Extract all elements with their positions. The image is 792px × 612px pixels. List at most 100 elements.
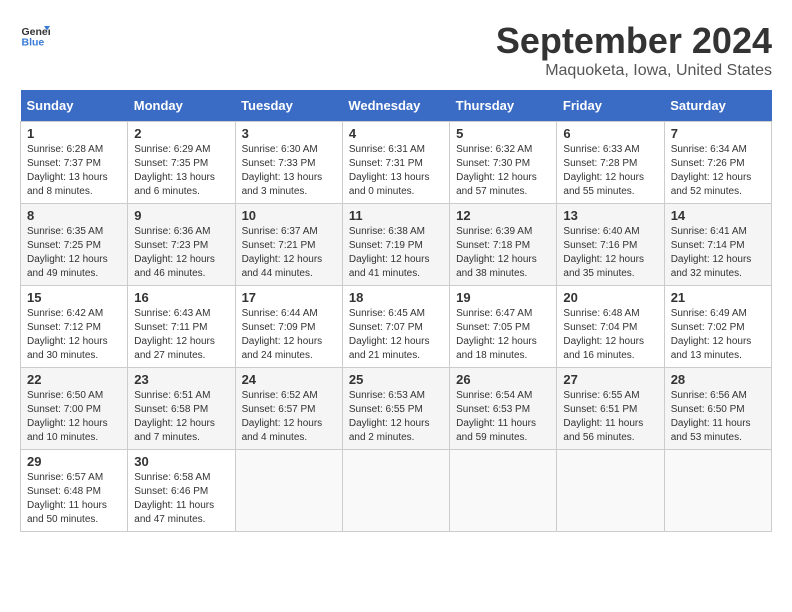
calendar-cell: 12Sunrise: 6:39 AMSunset: 7:18 PMDayligh… bbox=[450, 204, 557, 286]
day-number: 4 bbox=[349, 126, 443, 141]
day-number: 22 bbox=[27, 372, 121, 387]
calendar-cell: 27Sunrise: 6:55 AMSunset: 6:51 PMDayligh… bbox=[557, 368, 664, 450]
day-detail: Sunrise: 6:47 AMSunset: 7:05 PMDaylight:… bbox=[456, 307, 550, 363]
header-tuesday: Tuesday bbox=[235, 90, 342, 122]
day-detail: Sunrise: 6:32 AMSunset: 7:30 PMDaylight:… bbox=[456, 143, 550, 199]
day-number: 16 bbox=[134, 290, 228, 305]
day-number: 13 bbox=[563, 208, 657, 223]
day-detail: Sunrise: 6:43 AMSunset: 7:11 PMDaylight:… bbox=[134, 307, 228, 363]
day-number: 14 bbox=[671, 208, 765, 223]
day-detail: Sunrise: 6:41 AMSunset: 7:14 PMDaylight:… bbox=[671, 225, 765, 281]
header-friday: Friday bbox=[557, 90, 664, 122]
calendar-cell: 25 Sunrise: 6:53 AMSunset: 6:55 PMDayligh… bbox=[342, 368, 449, 450]
day-number: 2 bbox=[134, 126, 228, 141]
calendar-cell: 17 Sunrise: 6:44 AMSunset: 7:09 PMDayligh… bbox=[235, 286, 342, 368]
header-monday: Monday bbox=[128, 90, 235, 122]
day-detail: Sunrise: 6:48 AMSunset: 7:04 PMDaylight:… bbox=[563, 307, 657, 363]
calendar-cell: 18 Sunrise: 6:45 AMSunset: 7:07 PMDayligh… bbox=[342, 286, 449, 368]
calendar-cell: 3 Sunrise: 6:30 AMSunset: 7:33 PMDaylight… bbox=[235, 122, 342, 204]
week-row: 29Sunrise: 6:57 AMSunset: 6:48 PMDayligh… bbox=[21, 450, 772, 532]
day-detail: Sunrise: 6:58 AMSunset: 6:46 PMDaylight:… bbox=[134, 471, 228, 527]
header-wednesday: Wednesday bbox=[342, 90, 449, 122]
day-number: 15 bbox=[27, 290, 121, 305]
calendar-cell: 29Sunrise: 6:57 AMSunset: 6:48 PMDayligh… bbox=[21, 450, 128, 532]
calendar-cell: 26Sunrise: 6:54 AMSunset: 6:53 PMDayligh… bbox=[450, 368, 557, 450]
calendar-cell: 5 Sunrise: 6:32 AMSunset: 7:30 PMDaylight… bbox=[450, 122, 557, 204]
day-detail: Sunrise: 6:49 AMSunset: 7:02 PMDaylight:… bbox=[671, 307, 765, 363]
day-number: 7 bbox=[671, 126, 765, 141]
day-detail: Sunrise: 6:44 AMSunset: 7:09 PMDaylight:… bbox=[242, 307, 336, 363]
day-number: 30 bbox=[134, 454, 228, 469]
day-detail: Sunrise: 6:37 AMSunset: 7:21 PMDaylight:… bbox=[242, 225, 336, 281]
day-detail: Sunrise: 6:57 AMSunset: 6:48 PMDaylight:… bbox=[27, 471, 121, 527]
calendar-cell: 1Sunrise: 6:28 AMSunset: 7:37 PMDaylight… bbox=[21, 122, 128, 204]
day-number: 12 bbox=[456, 208, 550, 223]
header-thursday: Thursday bbox=[450, 90, 557, 122]
calendar-cell: 11 Sunrise: 6:38 AMSunset: 7:19 PMDayligh… bbox=[342, 204, 449, 286]
week-row: 1Sunrise: 6:28 AMSunset: 7:37 PMDaylight… bbox=[21, 122, 772, 204]
location-title: Maquoketa, Iowa, United States bbox=[496, 62, 772, 80]
calendar-cell: 9Sunrise: 6:36 AMSunset: 7:23 PMDaylight… bbox=[128, 204, 235, 286]
day-detail: Sunrise: 6:50 AMSunset: 7:00 PMDaylight:… bbox=[27, 389, 121, 445]
calendar-cell bbox=[664, 450, 771, 532]
day-number: 25 bbox=[349, 372, 443, 387]
calendar-cell: 10 Sunrise: 6:37 AMSunset: 7:21 PMDayligh… bbox=[235, 204, 342, 286]
day-detail: Sunrise: 6:31 AMSunset: 7:31 PMDaylight:… bbox=[349, 143, 443, 199]
day-number: 20 bbox=[563, 290, 657, 305]
day-detail: Sunrise: 6:54 AMSunset: 6:53 PMDaylight:… bbox=[456, 389, 550, 445]
day-number: 10 bbox=[242, 208, 336, 223]
calendar-cell: 28Sunrise: 6:56 AMSunset: 6:50 PMDayligh… bbox=[664, 368, 771, 450]
day-detail: Sunrise: 6:29 AMSunset: 7:35 PMDaylight:… bbox=[134, 143, 228, 199]
day-number: 6 bbox=[563, 126, 657, 141]
day-number: 11 bbox=[349, 208, 443, 223]
day-number: 9 bbox=[134, 208, 228, 223]
day-detail: Sunrise: 6:30 AMSunset: 7:33 PMDaylight:… bbox=[242, 143, 336, 199]
calendar-cell bbox=[450, 450, 557, 532]
calendar-cell: 20 Sunrise: 6:48 AMSunset: 7:04 PMDayligh… bbox=[557, 286, 664, 368]
title-section: September 2024 Maquoketa, Iowa, United S… bbox=[496, 20, 772, 80]
calendar-cell: 23 Sunrise: 6:51 AMSunset: 6:58 PMDayligh… bbox=[128, 368, 235, 450]
day-number: 23 bbox=[134, 372, 228, 387]
calendar-cell: 14 Sunrise: 6:41 AMSunset: 7:14 PMDayligh… bbox=[664, 204, 771, 286]
calendar-cell bbox=[342, 450, 449, 532]
day-detail: Sunrise: 6:53 AMSunset: 6:55 PMDaylight:… bbox=[349, 389, 443, 445]
calendar-cell: 22 Sunrise: 6:50 AMSunset: 7:00 PMDayligh… bbox=[21, 368, 128, 450]
day-detail: Sunrise: 6:45 AMSunset: 7:07 PMDaylight:… bbox=[349, 307, 443, 363]
day-detail: Sunrise: 6:56 AMSunset: 6:50 PMDaylight:… bbox=[671, 389, 765, 445]
calendar-cell: 8 Sunrise: 6:35 AMSunset: 7:25 PMDaylight… bbox=[21, 204, 128, 286]
day-number: 19 bbox=[456, 290, 550, 305]
week-row: 15Sunrise: 6:42 AMSunset: 7:12 PMDayligh… bbox=[21, 286, 772, 368]
day-number: 17 bbox=[242, 290, 336, 305]
day-detail: Sunrise: 6:38 AMSunset: 7:19 PMDaylight:… bbox=[349, 225, 443, 281]
day-detail: Sunrise: 6:34 AMSunset: 7:26 PMDaylight:… bbox=[671, 143, 765, 199]
calendar-cell: 4 Sunrise: 6:31 AMSunset: 7:31 PMDaylight… bbox=[342, 122, 449, 204]
day-number: 5 bbox=[456, 126, 550, 141]
calendar-cell: 7 Sunrise: 6:34 AMSunset: 7:26 PMDaylight… bbox=[664, 122, 771, 204]
day-number: 21 bbox=[671, 290, 765, 305]
logo-icon: General Blue bbox=[20, 20, 50, 50]
calendar-cell: 16 Sunrise: 6:43 AMSunset: 7:11 PMDayligh… bbox=[128, 286, 235, 368]
day-detail: Sunrise: 6:33 AMSunset: 7:28 PMDaylight:… bbox=[563, 143, 657, 199]
calendar-cell: 15Sunrise: 6:42 AMSunset: 7:12 PMDayligh… bbox=[21, 286, 128, 368]
calendar-cell: 19 Sunrise: 6:47 AMSunset: 7:05 PMDayligh… bbox=[450, 286, 557, 368]
header-saturday: Saturday bbox=[664, 90, 771, 122]
logo: General Blue bbox=[20, 20, 50, 50]
day-detail: Sunrise: 6:28 AMSunset: 7:37 PMDaylight:… bbox=[27, 143, 121, 199]
calendar-cell bbox=[235, 450, 342, 532]
calendar-cell: 6 Sunrise: 6:33 AMSunset: 7:28 PMDaylight… bbox=[557, 122, 664, 204]
week-row: 8 Sunrise: 6:35 AMSunset: 7:25 PMDaylight… bbox=[21, 204, 772, 286]
day-number: 8 bbox=[27, 208, 121, 223]
calendar-cell: 21 Sunrise: 6:49 AMSunset: 7:02 PMDayligh… bbox=[664, 286, 771, 368]
calendar-cell: 24Sunrise: 6:52 AMSunset: 6:57 PMDayligh… bbox=[235, 368, 342, 450]
day-detail: Sunrise: 6:51 AMSunset: 6:58 PMDaylight:… bbox=[134, 389, 228, 445]
calendar-cell bbox=[557, 450, 664, 532]
day-number: 18 bbox=[349, 290, 443, 305]
svg-text:Blue: Blue bbox=[22, 37, 45, 49]
header-row: SundayMondayTuesdayWednesdayThursdayFrid… bbox=[21, 90, 772, 122]
day-detail: Sunrise: 6:35 AMSunset: 7:25 PMDaylight:… bbox=[27, 225, 121, 281]
calendar-cell: 2 Sunrise: 6:29 AMSunset: 7:35 PMDaylight… bbox=[128, 122, 235, 204]
calendar-table: SundayMondayTuesdayWednesdayThursdayFrid… bbox=[20, 90, 772, 532]
day-number: 3 bbox=[242, 126, 336, 141]
day-detail: Sunrise: 6:40 AMSunset: 7:16 PMDaylight:… bbox=[563, 225, 657, 281]
page-header: General Blue September 2024 Maquoketa, I… bbox=[20, 20, 772, 80]
